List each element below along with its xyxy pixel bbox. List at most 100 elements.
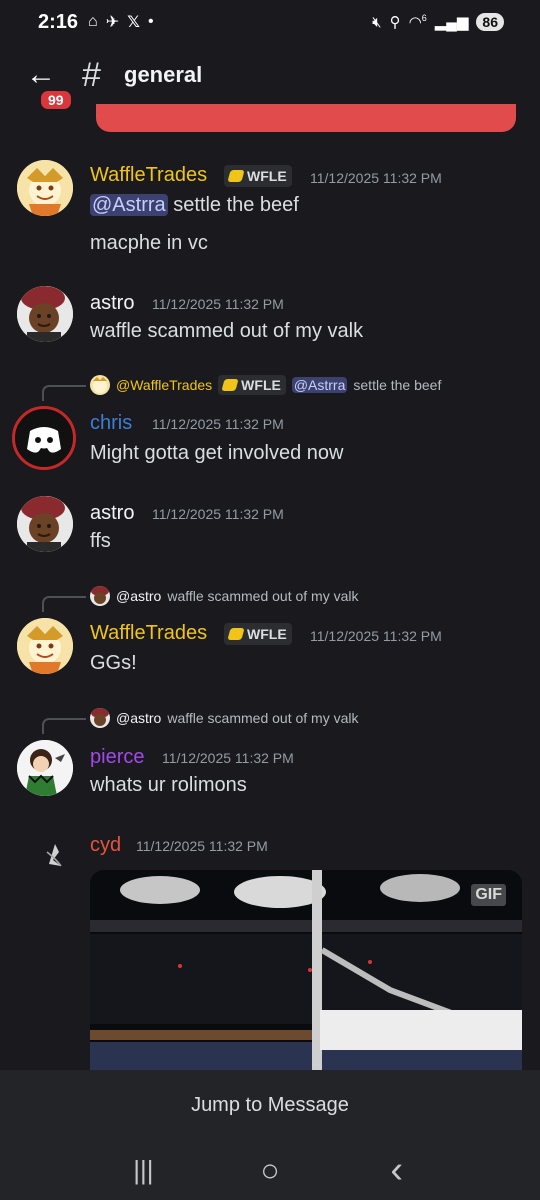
network-label: 6 xyxy=(421,13,427,23)
jump-to-message-button[interactable]: Jump to Message xyxy=(191,1094,349,1117)
cyd-avatar-icon xyxy=(46,844,62,867)
message-waffletrades[interactable]: WaffleTrades WFLE 11/12/2025 11:32 PM @A… xyxy=(0,160,540,260)
notification-icons: ⌂ ✈ 𝕏 • xyxy=(88,12,154,32)
message-astro[interactable]: astro 11/12/2025 11:32 PM waffle scammed… xyxy=(0,286,540,346)
signal-icon: ▂▄▆ xyxy=(434,14,469,31)
unread-badge: 99 xyxy=(38,88,74,112)
x-app-icon: 𝕏 xyxy=(127,14,140,31)
tag-icon xyxy=(221,379,239,391)
server-tag[interactable]: WFLE xyxy=(224,165,292,187)
astro-avatar-icon xyxy=(17,286,73,342)
home-app-icon: ⌂ xyxy=(88,13,98,30)
pierce-avatar-icon xyxy=(17,740,73,796)
reply-connector xyxy=(42,596,86,612)
more-notifications-icon: • xyxy=(148,13,154,30)
gif-label: GIF xyxy=(471,884,506,906)
discord-avatar-icon xyxy=(15,409,73,467)
tag-label: WFLE xyxy=(241,377,281,393)
tag-label: WFLE xyxy=(247,168,287,184)
waffle-avatar-icon xyxy=(17,160,73,216)
username[interactable]: astro xyxy=(90,502,134,525)
recents-button[interactable]: ||| xyxy=(123,1155,163,1186)
home-button[interactable]: ○ xyxy=(250,1152,290,1189)
username[interactable]: cyd xyxy=(90,834,121,857)
message-text-2: macphe in vc xyxy=(90,232,208,254)
message-text: whats ur rolimons xyxy=(90,774,247,796)
back-button[interactable]: ← 99 xyxy=(26,58,74,112)
reply-preview[interactable]: @astro waffle scammed out of my valk xyxy=(90,584,359,608)
channel-header: ← 99 # general xyxy=(0,52,540,112)
jump-to-message-bar[interactable]: Jump to Message xyxy=(0,1070,540,1140)
message-text: GGs! xyxy=(90,652,137,674)
avatar[interactable] xyxy=(17,496,73,552)
reply-username: @astro xyxy=(116,588,162,604)
status-bar: 2:16 ⌂ ✈ 𝕏 • 🔇︎ ⚲ ◠6 ▂▄▆ 86 xyxy=(0,0,540,44)
astro-avatar-icon xyxy=(17,496,73,552)
reply-text: waffle scammed out of my valk xyxy=(167,588,359,604)
username[interactable]: chris xyxy=(90,412,132,435)
status-right: 🔇︎ ⚲ ◠6 ▂▄▆ 86 xyxy=(372,13,504,31)
username[interactable]: WaffleTrades xyxy=(90,622,207,645)
message-cyd[interactable]: cyd 11/12/2025 11:32 PM xyxy=(0,830,540,870)
gif-embed[interactable]: GIF xyxy=(90,870,522,1070)
battery-indicator: 86 xyxy=(476,13,504,31)
message-body: settle the beef xyxy=(167,194,299,216)
astro-mini-icon xyxy=(91,586,109,604)
message-text: ffs xyxy=(90,530,111,552)
avatar[interactable] xyxy=(17,160,73,216)
mute-icon: 🔇︎ xyxy=(372,13,382,31)
timestamp: 11/12/2025 11:32 PM xyxy=(162,750,294,766)
message-text: @Astrra settle the beef xyxy=(90,194,299,217)
reply-text: settle the beef xyxy=(353,377,442,393)
wifi-icon: ◠6 xyxy=(408,13,427,31)
username[interactable]: astro xyxy=(90,292,134,315)
timestamp: 11/12/2025 11:32 PM xyxy=(152,506,284,522)
message-pierce[interactable]: pierce 11/12/2025 11:32 PM whats ur roli… xyxy=(0,740,540,800)
message-chris[interactable]: chris 11/12/2025 11:32 PM Might gotta ge… xyxy=(0,406,540,470)
previous-embed-bar xyxy=(96,104,516,132)
basketball-gif-image xyxy=(90,870,522,1070)
timestamp: 11/12/2025 11:32 PM xyxy=(136,838,268,854)
tag-label: WFLE xyxy=(247,626,287,642)
message-waffletrades-2[interactable]: WaffleTrades WFLE 11/12/2025 11:32 PM GG… xyxy=(0,618,540,678)
status-time: 2:16 xyxy=(38,10,79,33)
waffle-avatar-icon xyxy=(17,618,73,674)
avatar[interactable] xyxy=(17,286,73,342)
app-notification-icon: ✈ xyxy=(105,14,120,31)
hash-icon: # xyxy=(82,56,101,94)
timestamp: 11/12/2025 11:32 PM xyxy=(152,416,284,432)
reply-mention: @Astrra xyxy=(291,377,348,393)
username[interactable]: pierce xyxy=(90,746,144,769)
timestamp: 11/12/2025 11:32 PM xyxy=(310,170,442,186)
back-nav-button[interactable]: ‹ xyxy=(377,1149,417,1192)
message-text: waffle scammed out of my valk xyxy=(90,320,364,342)
reply-text: waffle scammed out of my valk xyxy=(167,710,359,726)
system-nav-bar: ||| ○ ‹ xyxy=(0,1140,540,1200)
reply-connector xyxy=(42,385,86,401)
server-tag[interactable]: WFLE xyxy=(224,623,292,645)
tag-icon xyxy=(227,628,245,640)
reply-username: @WaffleTrades xyxy=(116,377,213,393)
message-astro-2[interactable]: astro 11/12/2025 11:32 PM ffs xyxy=(0,496,540,556)
avatar[interactable] xyxy=(17,618,73,674)
tag-icon xyxy=(227,170,245,182)
reply-username: @astro xyxy=(116,710,162,726)
user-mention[interactable]: @Astrra xyxy=(90,194,168,216)
astro-mini-icon xyxy=(91,708,109,726)
reply-avatar xyxy=(90,375,110,395)
reply-preview[interactable]: @astro waffle scammed out of my valk xyxy=(90,706,359,730)
message-text: Might gotta get involved now xyxy=(90,442,344,464)
avatar[interactable] xyxy=(17,740,73,796)
reply-connector xyxy=(42,718,86,734)
avatar[interactable] xyxy=(12,406,76,470)
reply-server-tag: WFLE xyxy=(218,375,286,395)
channel-name[interactable]: general xyxy=(124,62,202,88)
reply-avatar xyxy=(90,708,110,728)
username[interactable]: WaffleTrades xyxy=(90,164,207,187)
back-arrow-icon: ← xyxy=(26,58,56,91)
reply-preview[interactable]: @WaffleTrades WFLE @Astrra settle the be… xyxy=(90,373,441,397)
reply-avatar xyxy=(90,586,110,606)
avatar[interactable] xyxy=(17,830,73,886)
timestamp: 11/12/2025 11:32 PM xyxy=(152,296,284,312)
location-icon: ⚲ xyxy=(389,14,401,31)
